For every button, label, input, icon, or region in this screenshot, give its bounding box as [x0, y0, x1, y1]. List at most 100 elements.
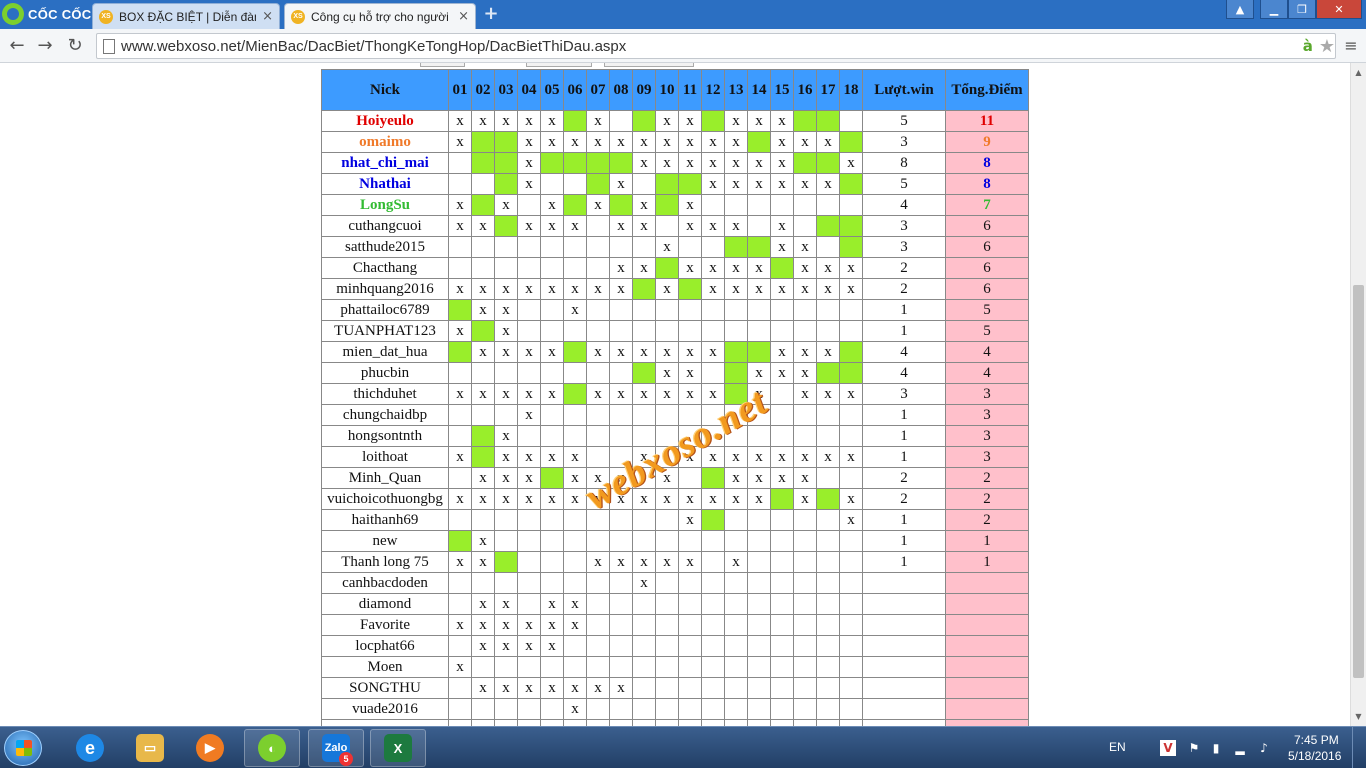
coccoc-extension-icon[interactable]: à [1303, 37, 1313, 55]
day-cell [793, 425, 817, 447]
tray-app-icon[interactable]: V [1160, 740, 1176, 756]
reload-button[interactable]: ↻ [64, 35, 86, 57]
day-cell: x [632, 131, 656, 153]
day-cell [609, 614, 633, 636]
day-cell [701, 593, 725, 615]
day-cell [793, 698, 817, 720]
hit-cell [471, 320, 495, 342]
browser-menu-icon[interactable]: ≡ [1342, 36, 1360, 56]
taskbar-zalo[interactable]: Zalo 5 [308, 729, 364, 767]
day-cell [471, 572, 495, 594]
day-cell [793, 635, 817, 657]
day-cell [678, 404, 702, 426]
day-cell [724, 320, 748, 342]
day-cell [586, 530, 610, 552]
day-cell: x [770, 173, 794, 195]
table-row: nhat_chi_mai x x x x x x x x x 8 8 [321, 152, 1029, 174]
wins-cell: 1 [862, 551, 946, 573]
day-cell: x [563, 278, 587, 300]
day-cell [793, 299, 817, 321]
day-cell: x [793, 236, 817, 258]
day-cell [632, 467, 656, 489]
hit-cell [816, 152, 840, 174]
flag-icon[interactable]: ⚑ [1186, 740, 1202, 756]
hit-cell [839, 362, 863, 384]
reload-icon: ↻ [67, 35, 83, 56]
day-cell [586, 446, 610, 468]
tab-cong-cu[interactable]: XS Công cụ hỗ trợ cho người × [284, 3, 476, 29]
day-cell [609, 572, 633, 594]
scroll-down-icon[interactable]: ▼ [1351, 709, 1366, 724]
battery-icon[interactable]: ▮ [1208, 740, 1224, 756]
day-cell [724, 614, 748, 636]
window-close-button[interactable]: ✕ [1316, 0, 1362, 19]
close-icon[interactable]: × [458, 9, 469, 24]
day-cell: x [471, 383, 495, 405]
hit-cell [609, 152, 633, 174]
day-cell: x [701, 341, 725, 363]
hit-cell [701, 467, 725, 489]
day-cell [678, 698, 702, 720]
day-cell [747, 698, 771, 720]
scroll-thumb[interactable] [1353, 285, 1364, 678]
new-tab-button[interactable]: + [482, 5, 500, 23]
wins-cell [862, 572, 946, 594]
day-cell [770, 425, 794, 447]
network-signal-icon[interactable]: ▂ [1232, 740, 1248, 756]
nick-cell: Favorite [321, 614, 449, 636]
clock-time[interactable]: 7:45 PM [1294, 733, 1339, 747]
day-cell [816, 656, 840, 678]
volume-icon[interactable]: ♪ [1256, 740, 1272, 756]
day-cell [747, 425, 771, 447]
minimize-button[interactable]: ▁ [1260, 0, 1288, 19]
points-cell: 7 [945, 194, 1029, 216]
day-cell: x [655, 383, 679, 405]
taskbar-coccoc[interactable]: ◐ [244, 729, 300, 767]
day-cell [678, 320, 702, 342]
table-row: vuichoicothuongbg x x x x x x x x x x x x x x x x 2 2 [321, 488, 1029, 510]
url-field[interactable]: www.webxoso.net/MienBac/DacBiet/ThongKeT… [96, 33, 1336, 59]
language-indicator[interactable]: EN [1109, 740, 1126, 754]
tab-box-dac-biet[interactable]: XS BOX ĐẶC BIỆT | Diễn đàn x × [92, 3, 280, 29]
start-button[interactable] [4, 730, 42, 766]
clock-date[interactable]: 5/18/2016 [1288, 749, 1341, 763]
user-button[interactable]: ▲ [1226, 0, 1254, 19]
taskbar-excel[interactable]: X [370, 729, 426, 767]
day-cell: x [793, 467, 817, 489]
day-cell: x [517, 110, 541, 132]
day-cell [517, 320, 541, 342]
browser-menu-button[interactable]: CỐC CỐC [2, 3, 92, 25]
day-cell [816, 572, 840, 594]
day-cell [540, 299, 564, 321]
taskbar-explorer[interactable]: ▭ [122, 729, 178, 767]
day-cell [655, 215, 679, 237]
day-cell: x [563, 698, 587, 720]
day-cell [609, 299, 633, 321]
day-cell [793, 509, 817, 531]
hit-cell [839, 341, 863, 363]
hit-cell [793, 152, 817, 174]
user-icon: ▲ [1235, 2, 1245, 16]
restore-button[interactable]: ❐ [1288, 0, 1316, 19]
bookmark-star-icon[interactable]: ★ [1319, 36, 1335, 57]
day-cell: x [747, 488, 771, 510]
back-button[interactable]: ← [6, 35, 28, 57]
hit-cell [655, 173, 679, 195]
scroll-up-icon[interactable]: ▲ [1351, 65, 1366, 80]
day-cell [655, 299, 679, 321]
taskbar-media-player[interactable]: ▶ [182, 729, 238, 767]
vertical-scrollbar[interactable]: ▲ ▼ [1350, 63, 1366, 726]
day-cell: x [494, 341, 518, 363]
show-desktop-button[interactable] [1352, 727, 1366, 768]
taskbar-ie[interactable]: e [62, 729, 118, 767]
day-cell: x [770, 110, 794, 132]
nick-cell: thichduhet [321, 383, 449, 405]
forward-button[interactable]: → [34, 35, 56, 57]
day-cell: x [540, 131, 564, 153]
day-cell: x [471, 614, 495, 636]
day-cell: x [678, 152, 702, 174]
nick-cell: omaimo [321, 131, 449, 153]
close-icon[interactable]: × [262, 9, 273, 24]
nick-cell: satthude2015 [321, 236, 449, 258]
day-cell [655, 614, 679, 636]
